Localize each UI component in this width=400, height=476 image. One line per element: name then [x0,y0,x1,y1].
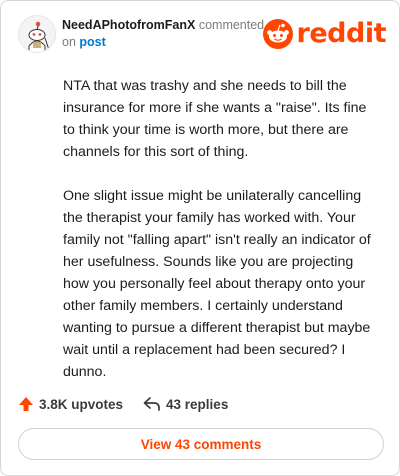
view-comments-button[interactable]: View 43 comments [18,428,384,460]
comment-paragraph: NTA that was trashy and she needs to bil… [63,78,367,160]
comment-paragraph: One slight issue might be unilaterally c… [63,188,371,380]
user-avatar[interactable] [18,15,56,53]
comment-body: NTA that was trashy and she needs to bil… [63,75,381,405]
snoo-avatar-icon [19,16,55,52]
comment-meta: NeedAPhotofromFanX commented on post [62,17,282,51]
on-text: on [62,35,76,49]
reply-arrow-icon [143,397,160,411]
upvote-count: 3.8K upvotes [39,396,124,412]
upvote-arrow-icon [19,397,33,411]
upvote-button[interactable]: 3.8K upvotes [18,396,123,412]
comment-action-text: commented [198,18,265,32]
comment-card: NeedAPhotofromFanX commented on post red… [0,0,400,476]
username[interactable]: NeedAPhotofromFanX [62,18,195,32]
post-link[interactable]: post [79,35,105,49]
comment-actions: 3.8K upvotes 43 replies [18,393,248,415]
reddit-wordmark: reddit [296,18,387,49]
comment-header: NeedAPhotofromFanX commented on post red… [18,15,388,55]
reply-count: 43 replies [166,396,229,412]
replies-button[interactable]: 43 replies [143,396,228,412]
reddit-logo[interactable]: reddit [262,18,387,49]
reddit-snoo-icon [262,19,293,49]
